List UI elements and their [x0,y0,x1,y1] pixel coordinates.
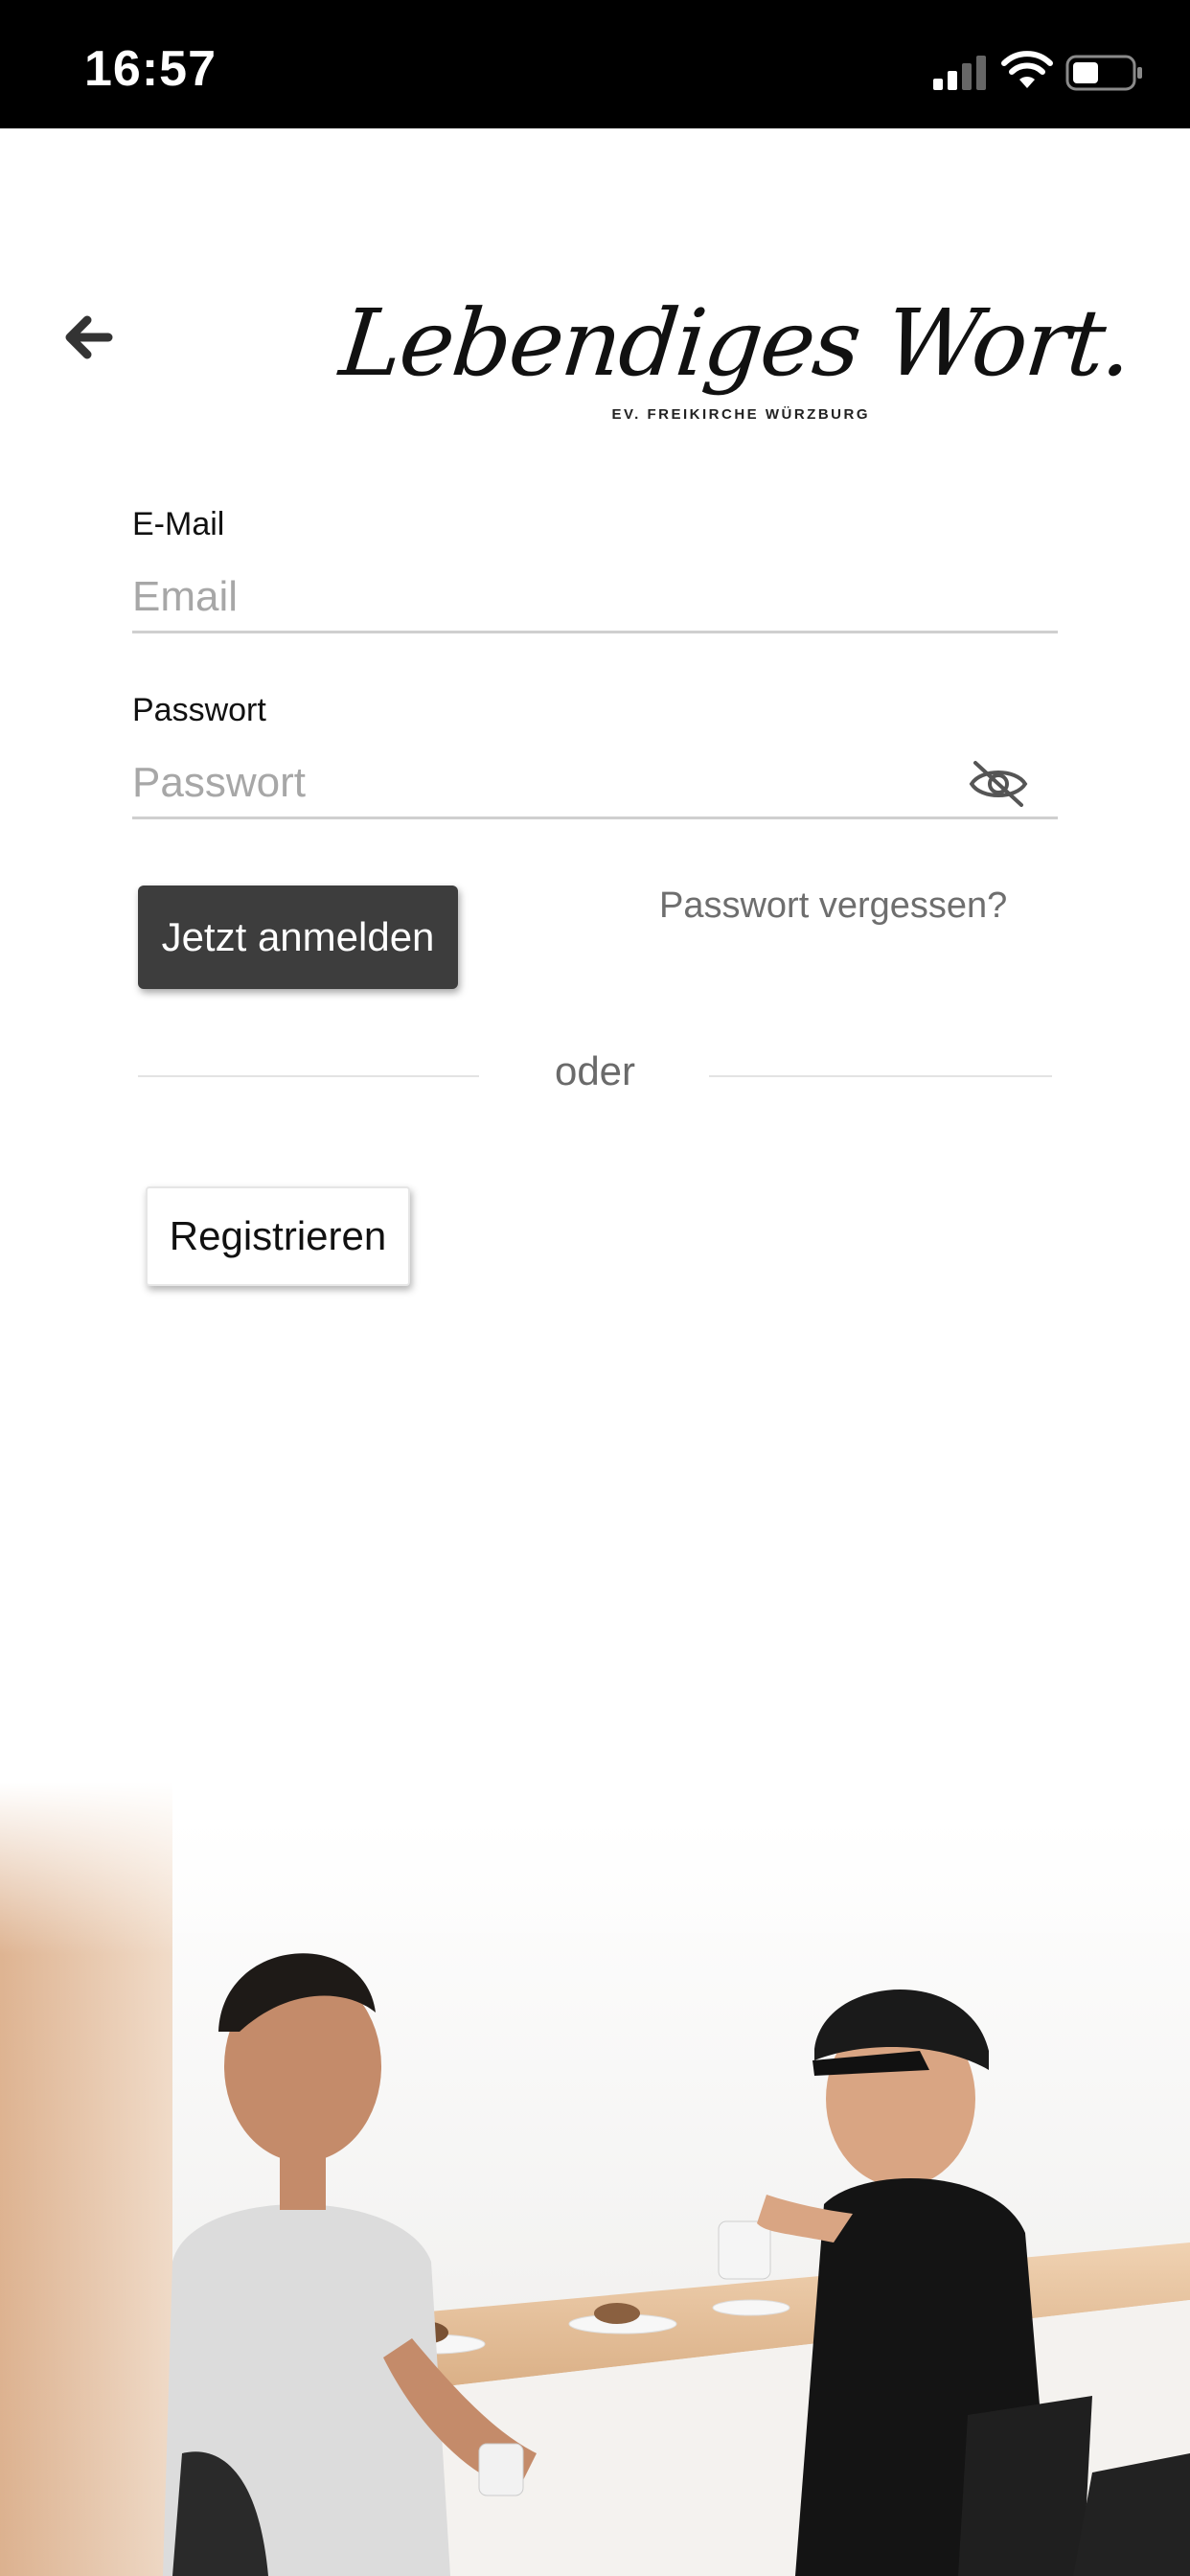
password-field[interactable] [132,749,1058,819]
battery-icon [1065,55,1142,91]
church-logo: Lebendiges Wort. EV. FREIKIRCHE WÜRZBURG [335,284,1136,433]
register-button[interactable]: Registrieren [146,1186,410,1286]
back-button[interactable] [54,303,123,372]
hero-fade-overlay [0,1782,1190,1955]
logo-wordmark: Lebendiges Wort. [335,289,1136,397]
status-bar: 16:57 [0,0,1190,128]
forgot-password-link[interactable]: Passwort vergessen? [659,886,1007,927]
wifi-icon [1001,51,1053,88]
divider-line-left [138,1075,479,1077]
divider-or-label: oder [554,1048,636,1093]
email-label: E-Mail [132,506,225,542]
divider-line-right [709,1075,1052,1077]
status-time: 16:57 [84,41,217,97]
login-button[interactable]: Jetzt anmelden [138,886,458,989]
email-field[interactable] [132,564,1058,633]
eye-off-icon[interactable] [968,757,1029,811]
logo-subtitle: EV. FREIKIRCHE WÜRZBURG [611,406,870,423]
cellular-signal-icon [933,56,986,90]
password-label: Passwort [132,692,266,728]
arrow-left-icon [65,315,113,359]
